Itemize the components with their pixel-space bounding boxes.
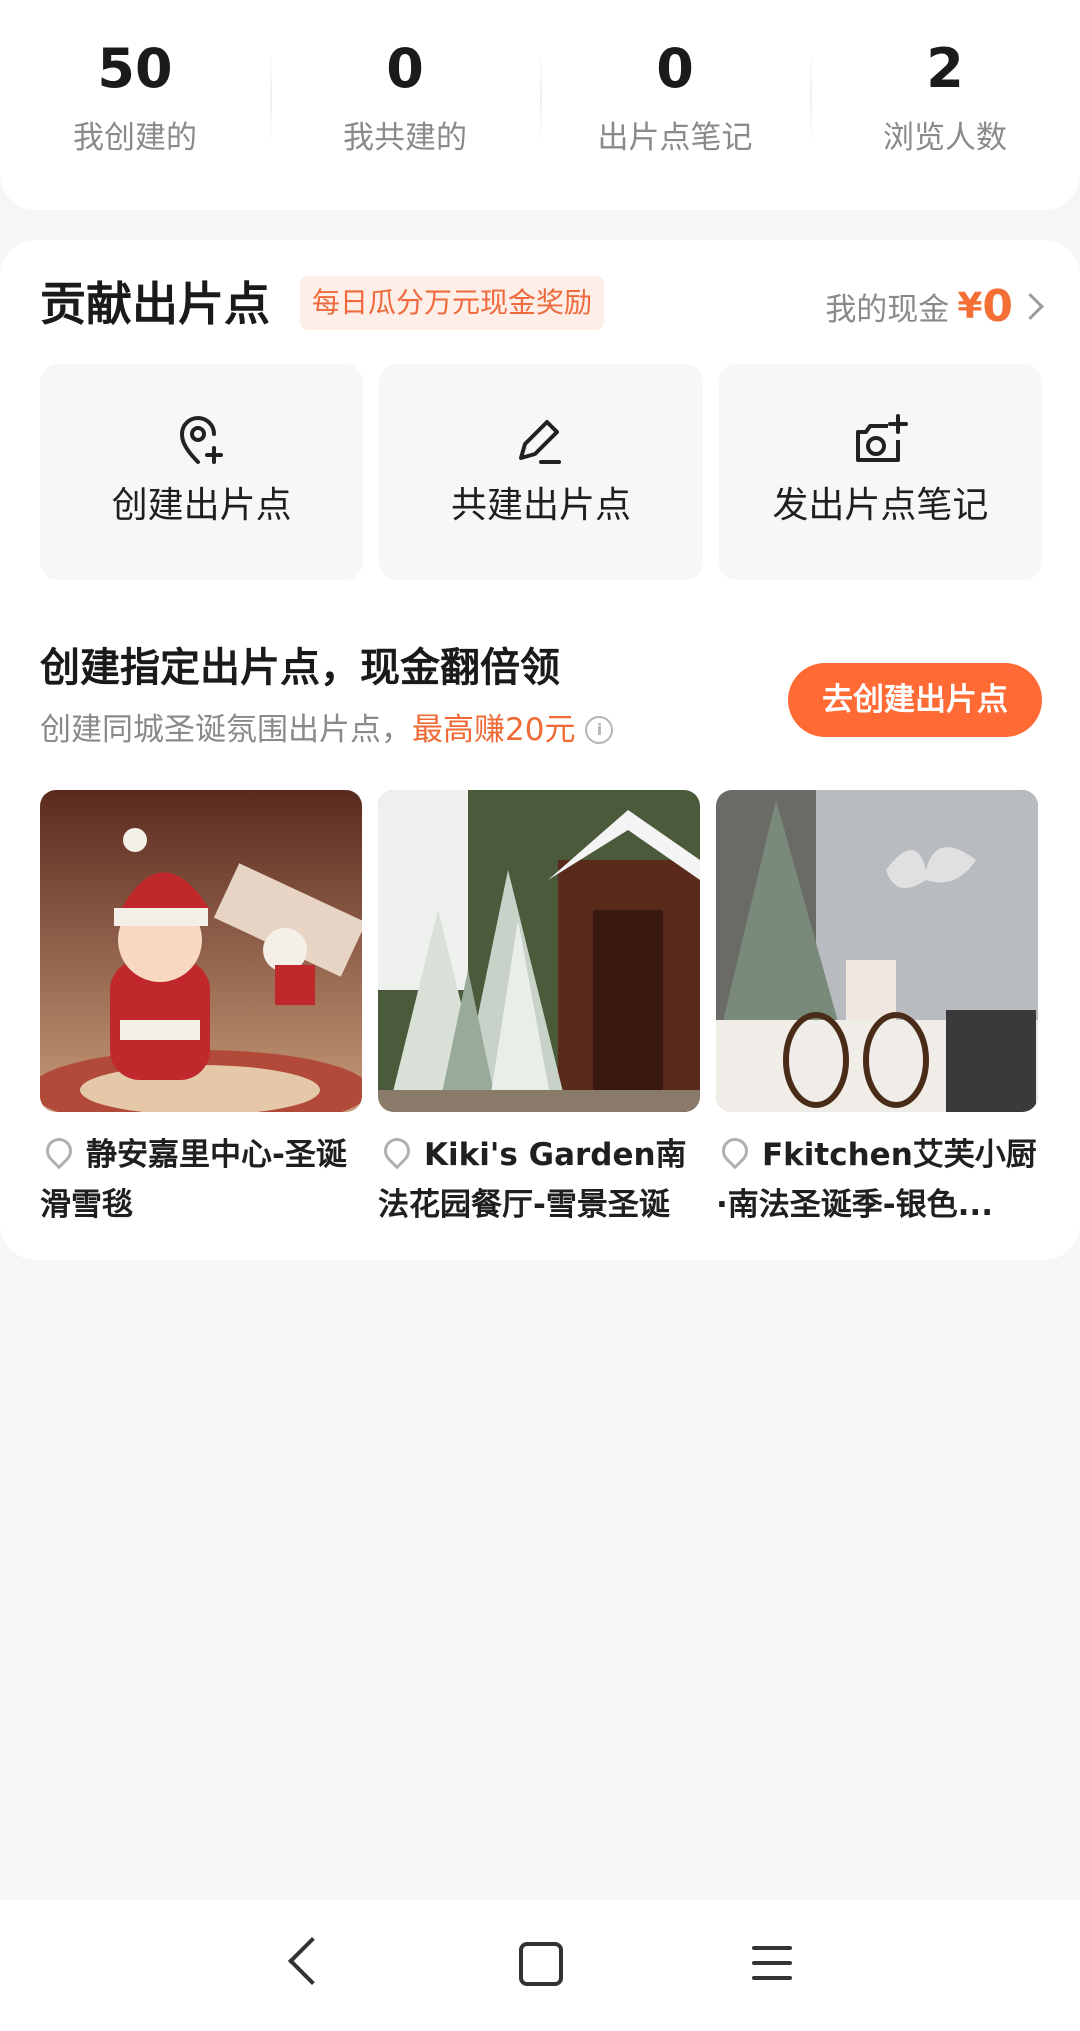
action-tiles: 创建出片点 共建出片点 发出片点笔记 (40, 364, 1042, 580)
place-name-text: 静安嘉里中心-圣诞滑雪毯 (40, 1137, 347, 1223)
back-icon[interactable] (287, 1936, 337, 1986)
chevron-right-icon (1017, 292, 1044, 320)
location-pin-icon (378, 1132, 416, 1169)
stat-value: 2 (926, 37, 964, 100)
stat-viewers[interactable]: 2 浏览人数 (810, 0, 1080, 210)
stat-value: 50 (97, 37, 173, 100)
create-section-subtitle: 创建同城圣诞氛围出片点， 最高赚20元 i (40, 708, 614, 752)
location-pin-icon (40, 1132, 78, 1169)
section-title: 贡献出片点 (40, 277, 270, 331)
post-note-button[interactable]: 发出片点笔记 (718, 364, 1042, 580)
cash-value: 0 (982, 280, 1013, 332)
place-card[interactable]: Kiki's Garden南法花园餐厅-雪景圣诞树 (378, 790, 700, 1230)
place-image (378, 790, 700, 1112)
stat-value: 0 (656, 37, 694, 100)
edit-pen-icon (518, 420, 561, 464)
place-name: 静安嘉里中心-圣诞滑雪毯 (40, 1130, 362, 1230)
cash-currency: ¥ (957, 285, 983, 327)
stat-notes[interactable]: 0 出片点笔记 (540, 0, 810, 210)
location-pin-icon (716, 1132, 754, 1169)
stat-value: 0 (386, 37, 424, 100)
create-section-title: 创建指定出片点，现金翻倍领 (40, 645, 560, 691)
place-name-text: Fkitchen艾芙小厨·南法圣诞季-银色... (716, 1137, 1037, 1223)
home-icon[interactable] (519, 1942, 563, 1986)
system-nav-bar (0, 1900, 1080, 2031)
place-image (40, 790, 362, 1112)
place-name: Fkitchen艾芙小厨·南法圣诞季-银色... (716, 1130, 1038, 1230)
camera-plus-icon (856, 414, 909, 462)
go-create-button[interactable]: 去创建出片点 (788, 663, 1042, 737)
stat-label: 我创建的 (73, 120, 197, 156)
cash-label: 我的现金 (825, 291, 950, 328)
subtitle-text: 创建同城圣诞氛围出片点， (40, 712, 412, 748)
info-icon[interactable]: i (585, 716, 614, 744)
reward-highlight: 最高赚20元 (412, 712, 576, 748)
stat-label: 我共建的 (343, 120, 467, 156)
stat-created[interactable]: 50 我创建的 (0, 0, 270, 210)
place-name-text: Kiki's Garden南法花园餐厅-雪景圣诞树 (378, 1137, 687, 1223)
menu-icon[interactable] (752, 1946, 792, 1980)
tile-label: 发出片点笔记 (772, 485, 989, 526)
stat-label: 浏览人数 (883, 120, 1007, 156)
tile-label: 创建出片点 (111, 485, 292, 526)
place-image (716, 790, 1038, 1112)
my-cash-link[interactable]: 我的现金 ¥ 0 (825, 278, 1044, 334)
place-name: Kiki's Garden南法花园餐厅-雪景圣诞树 (378, 1130, 700, 1230)
create-spot-button[interactable]: 创建出片点 (40, 364, 364, 580)
stat-cobuilt[interactable]: 0 我共建的 (270, 0, 540, 210)
place-list: 静安嘉里中心-圣诞滑雪毯 Kiki's Garden南法花园餐厅-雪景圣诞树 (40, 790, 1042, 1230)
place-card[interactable]: 静安嘉里中心-圣诞滑雪毯 (40, 790, 362, 1230)
place-card[interactable]: Fkitchen艾芙小厨·南法圣诞季-银色... (716, 790, 1038, 1230)
contribute-card: 贡献出片点 每日瓜分万元现金奖励 我的现金 ¥ 0 创建出片点 共建出片点 发出… (0, 240, 1080, 1260)
stats-card: 50 我创建的 0 我共建的 0 出片点笔记 2 浏览人数 (0, 0, 1080, 210)
promo-badge: 每日瓜分万元现金奖励 (300, 276, 605, 330)
cobuild-spot-button[interactable]: 共建出片点 (379, 364, 703, 580)
stat-label: 出片点笔记 (597, 120, 753, 156)
location-plus-icon (179, 416, 223, 464)
tile-label: 共建出片点 (450, 485, 631, 526)
